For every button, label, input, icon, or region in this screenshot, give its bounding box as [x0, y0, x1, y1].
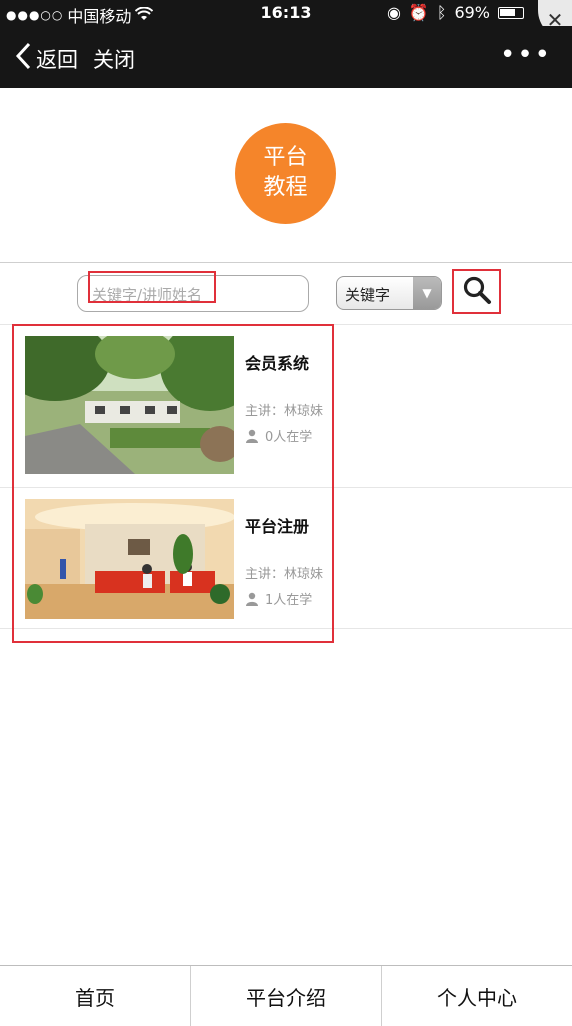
alarm-icon: ⏰: [408, 3, 429, 22]
dropdown-arrow-icon: ▼: [413, 277, 441, 309]
search-button[interactable]: [452, 269, 501, 314]
bottom-tab-bar: 首页 平台介绍 个人中心: [0, 965, 572, 1026]
badge-line-2: 教程: [263, 175, 308, 200]
status-bar: ●●●○○ 中国移动 16:13 ◉ ⏰ ᛒ 69% ✕: [0, 0, 572, 40]
tab-platform-intro[interactable]: 平台介绍: [191, 966, 382, 1026]
more-menu-icon[interactable]: •••: [500, 42, 552, 68]
search-icon: [462, 275, 492, 309]
status-right: ◉ ⏰ ᛒ 69%: [387, 3, 524, 22]
navigation-bar: 返回 关闭 •••: [0, 26, 572, 88]
search-type-select[interactable]: 关键字 ▼: [336, 276, 442, 310]
select-value: 关键字: [345, 286, 391, 304]
tab-personal-center[interactable]: 个人中心: [382, 966, 572, 1026]
back-button[interactable]: 返回: [14, 42, 78, 75]
tab-home[interactable]: 首页: [0, 966, 191, 1026]
battery-percent: 69%: [454, 3, 490, 22]
hero-section: 平台 教程: [0, 88, 572, 262]
highlight-box: [88, 271, 216, 303]
close-button[interactable]: 关闭: [93, 44, 135, 74]
bluetooth-icon: ᛒ: [436, 3, 447, 22]
highlight-box: [12, 324, 334, 643]
chevron-left-icon: [14, 42, 32, 75]
divider: [0, 262, 572, 263]
badge-line-1: 平台: [263, 145, 308, 170]
rotation-lock-icon: ◉: [386, 3, 401, 22]
battery-icon: [498, 6, 524, 19]
back-label: 返回: [36, 47, 78, 72]
platform-tutorial-badge: 平台 教程: [235, 123, 336, 224]
